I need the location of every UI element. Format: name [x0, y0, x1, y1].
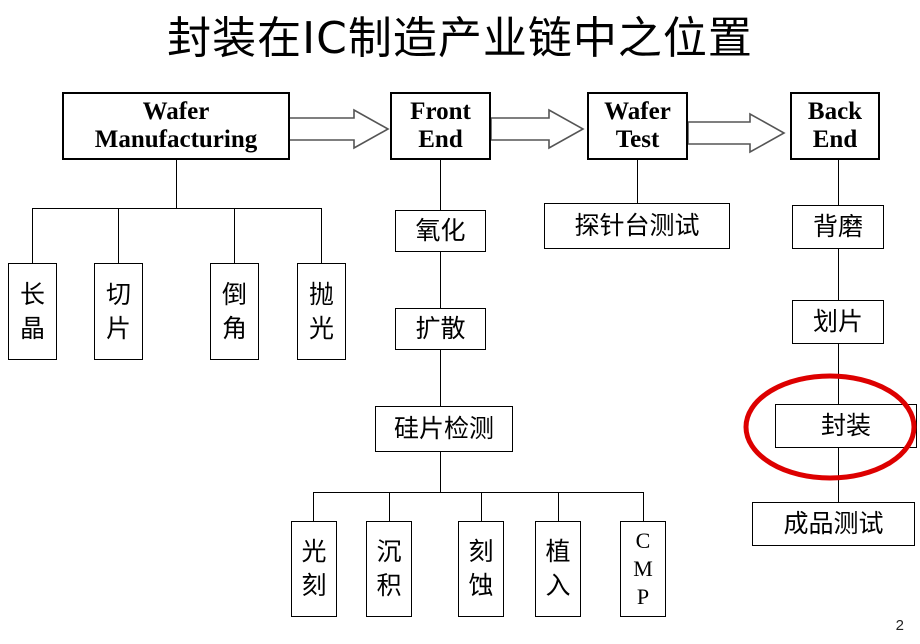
connector-front-end-to-oxidation	[440, 160, 441, 212]
connector-backgrinding-to-dicing	[838, 249, 839, 302]
connector-drop-polishing	[321, 208, 322, 263]
connector-drop-implantation	[558, 492, 559, 522]
stage-label-line2: End	[812, 126, 858, 153]
page-number: 2	[895, 617, 904, 634]
step-label-char2: 光	[308, 313, 334, 343]
substep-label-char2: 积	[376, 571, 402, 600]
connector-oxidation-to-diffusion	[440, 252, 441, 310]
stage-label-line2: End	[418, 126, 463, 153]
connector-diffusion-to-wafer-inspection	[440, 350, 441, 408]
connector-back-end-to-backgrinding	[838, 160, 839, 210]
connector-drop-photolithography	[313, 492, 314, 522]
connector-drop-slicing	[118, 208, 119, 263]
step-label: 封装	[820, 411, 871, 440]
step-box-polishing[interactable]: 抛 光	[297, 263, 346, 360]
step-box-probe-station-test[interactable]: 探针台测试	[544, 203, 730, 249]
step-label: 氧化	[415, 216, 466, 245]
substep-label-char1: 刻	[468, 537, 494, 566]
stage-box-front-end[interactable]: Front End	[390, 92, 491, 160]
substep-label-char1: 光	[301, 537, 327, 566]
stage-box-back-end[interactable]: Back End	[790, 92, 880, 160]
step-box-wafer-inspection[interactable]: 硅片检测	[375, 406, 513, 452]
connector-wafer-inspection-trunk	[440, 452, 441, 492]
substep-box-cmp[interactable]: C M P	[620, 521, 666, 617]
substep-label-char2: M	[633, 556, 653, 581]
step-label-char2: 晶	[19, 313, 45, 343]
connector-drop-deposition	[389, 492, 390, 522]
connector-dicing-to-packaging	[838, 344, 839, 406]
step-box-packaging[interactable]: 封装	[775, 404, 917, 448]
arrow-wafer-test-to-back-end	[688, 112, 786, 154]
substep-box-implantation[interactable]: 植 入	[535, 521, 581, 617]
connector-drop-crystal-growth	[32, 208, 33, 263]
substep-label-char2: 入	[545, 571, 571, 600]
step-box-dicing[interactable]: 划片	[792, 300, 884, 344]
arrow-wafer-manufacturing-to-front-end	[288, 108, 390, 150]
substep-label-char3: P	[636, 584, 650, 609]
substep-label-char1: 植	[545, 537, 571, 566]
substep-box-deposition[interactable]: 沉 积	[366, 521, 412, 617]
page-title: 封装在IC制造产业链中之位置	[167, 13, 753, 64]
step-label-char1: 长	[19, 279, 45, 309]
step-box-backgrinding[interactable]: 背磨	[792, 205, 884, 249]
connector-drop-cmp	[643, 492, 644, 522]
step-box-diffusion[interactable]: 扩散	[395, 308, 486, 350]
stage-label-line2: Manufacturing	[94, 126, 258, 153]
step-label: 成品测试	[783, 509, 884, 538]
stage-label-line1: Wafer	[142, 98, 210, 125]
stage-box-wafer-test[interactable]: Wafer Test	[587, 92, 688, 160]
stage-label-line1: Wafer	[604, 98, 671, 125]
substep-label-char1: 沉	[376, 537, 402, 566]
slide-canvas: 封装在IC制造产业链中之位置 Wafer Manufacturing Front…	[0, 0, 920, 644]
arrow-front-end-to-wafer-test	[491, 108, 585, 150]
substep-box-etching[interactable]: 刻 蚀	[458, 521, 504, 617]
step-box-slicing[interactable]: 切 片	[94, 263, 143, 360]
substep-label-char2: 刻	[301, 571, 327, 600]
stage-box-wafer-manufacturing[interactable]: Wafer Manufacturing	[62, 92, 290, 160]
step-label-char2: 片	[105, 313, 131, 343]
connector-packaging-to-final-test	[838, 448, 839, 504]
connector-wafer-manufacturing-bus	[32, 208, 321, 209]
connector-drop-edge-rounding	[234, 208, 235, 263]
step-label: 划片	[812, 307, 863, 336]
step-label: 探针台测试	[574, 211, 700, 240]
stage-label-line1: Back	[807, 98, 863, 125]
step-box-crystal-growth[interactable]: 长 晶	[8, 263, 57, 360]
step-box-oxidation[interactable]: 氧化	[395, 210, 486, 252]
step-label-char1: 切	[105, 279, 131, 309]
substep-label-char2: 蚀	[468, 571, 494, 600]
connector-wafer-manufacturing-trunk	[176, 160, 177, 208]
substep-label-char1: C	[635, 528, 651, 553]
connector-front-end-substeps-bus	[313, 492, 644, 493]
step-box-final-test[interactable]: 成品测试	[752, 502, 915, 546]
connector-drop-etching	[481, 492, 482, 522]
stage-label-line1: Front	[410, 98, 471, 125]
stage-label-line2: Test	[615, 126, 660, 153]
step-label: 扩散	[415, 314, 466, 343]
step-label: 背磨	[812, 212, 863, 241]
step-box-edge-rounding[interactable]: 倒 角	[210, 263, 259, 360]
step-label-char1: 倒	[221, 279, 247, 309]
step-label-char1: 抛	[308, 279, 334, 309]
substep-box-photolithography[interactable]: 光 刻	[291, 521, 337, 617]
step-label: 硅片检测	[393, 414, 494, 443]
step-label-char2: 角	[221, 313, 247, 343]
